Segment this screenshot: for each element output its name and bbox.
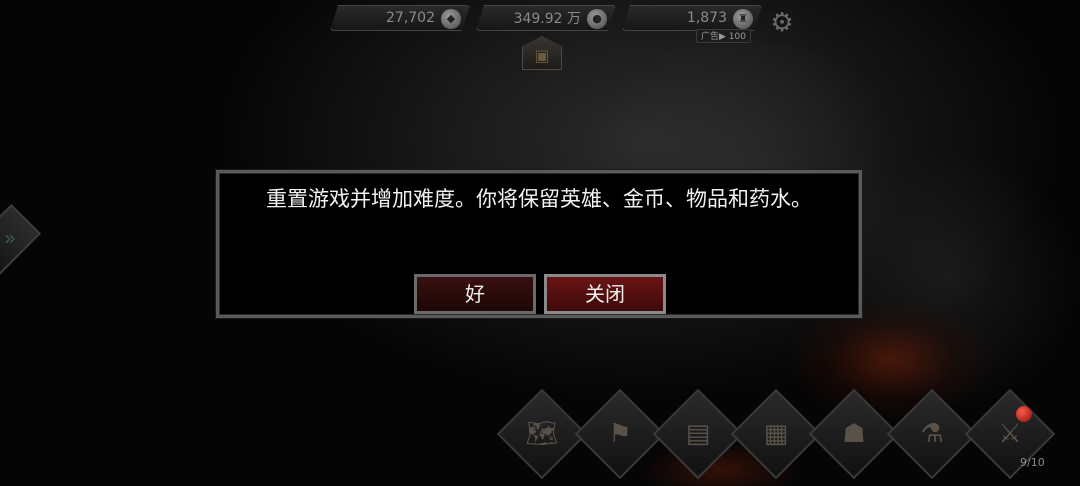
- potions-icon: ⚗: [920, 419, 944, 449]
- battle-count: 9/10: [1020, 456, 1045, 469]
- map-icon: 🗺: [525, 419, 559, 449]
- gem-pile-icon: ◆: [441, 9, 461, 29]
- settings-gear-icon[interactable]: ⚙: [766, 7, 798, 39]
- chevron-right-icon: »: [4, 226, 17, 250]
- alert-dot-icon: [1016, 406, 1032, 422]
- resource-trophies: 1,873 ♜: [622, 5, 762, 31]
- ad-reward-badge[interactable]: 广告▶ 100: [696, 29, 751, 43]
- coin-pile-icon: ●: [587, 9, 607, 29]
- resource-bar: 27,702 ◆ 349.92 万 ● 1,873 ♜: [330, 5, 762, 31]
- forge-icon: ⚑: [608, 419, 632, 449]
- ok-button[interactable]: 好: [414, 274, 536, 314]
- confirm-dialog: 重置游戏并增加难度。你将保留英雄、金币、物品和药水。 好 关闭: [216, 170, 862, 318]
- resource-coins: 349.92 万 ●: [476, 5, 616, 31]
- anvil-icon: ▦: [763, 419, 789, 449]
- scroll-icon: ▤: [685, 419, 711, 449]
- chest-icon[interactable]: ▣: [522, 36, 562, 70]
- trophy-icon: ♜: [733, 9, 753, 29]
- resource-gems-value: 27,702: [386, 10, 435, 26]
- resource-trophies-value: 1,873: [686, 10, 727, 26]
- resource-coins-value: 349.92 万: [513, 11, 581, 27]
- bestiary-icon: ☗: [842, 419, 866, 449]
- resource-gems: 27,702 ◆: [330, 5, 470, 31]
- dialog-message: 重置游戏并增加难度。你将保留英雄、金币、物品和药水。: [266, 187, 812, 211]
- close-button[interactable]: 关闭: [544, 274, 666, 314]
